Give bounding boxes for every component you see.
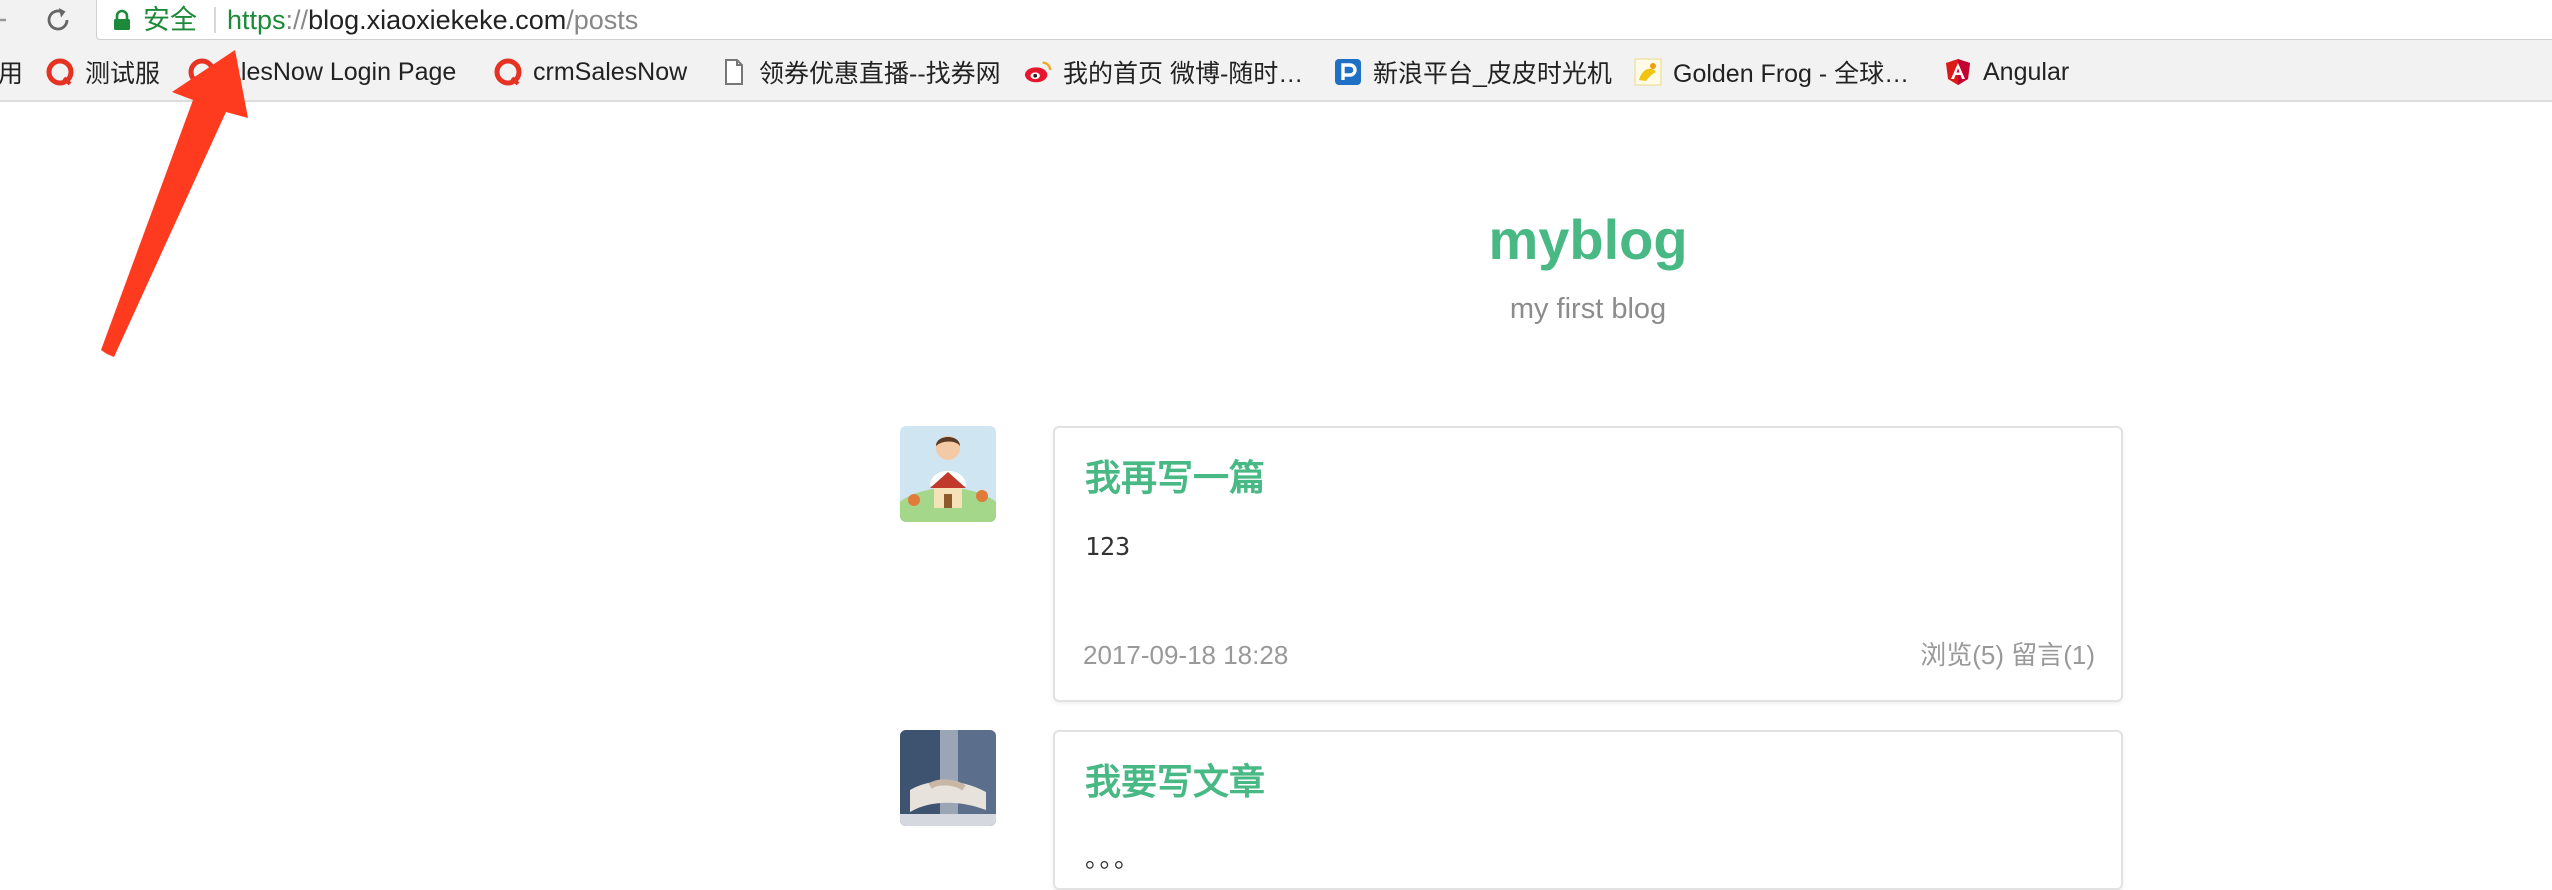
post-title[interactable]: 我要写文章 [1085, 758, 1265, 806]
bookmark-apps[interactable]: 用 [0, 44, 23, 100]
red-circle-icon [46, 58, 74, 86]
post-card[interactable]: 我再写一篇 123 2017-09-18 18:28 浏览(5) 留言(1) [1053, 426, 2123, 702]
omnibox-divider [214, 7, 216, 33]
bookmark-test-server[interactable]: 测试服 [46, 44, 160, 100]
author-avatar[interactable] [900, 730, 996, 826]
golden-frog-icon [1634, 58, 1662, 86]
post-stats: 浏览(5) 留言(1) [1920, 640, 2095, 670]
bookmark-label: crmSalesNow [533, 57, 688, 86]
url-separator: :// [285, 5, 309, 35]
red-circle-icon [494, 58, 522, 86]
post-date: 2017-09-18 18:28 [1083, 640, 1289, 670]
post-excerpt: 123 [1085, 532, 1131, 561]
bookmark-coupon-live[interactable]: 领券优惠直播--找券网 [720, 44, 1001, 100]
browser-toolbar: 安全 https://blog.xiaoxiekeke.com/posts [0, 0, 2552, 44]
bookmark-weibo-home[interactable]: 我的首页 微博-随时… [1024, 44, 1303, 100]
reload-button[interactable] [38, 0, 78, 40]
url-path: /posts [566, 5, 639, 35]
back-arrow-icon [0, 18, 6, 22]
address-bar[interactable]: 安全 https://blog.xiaoxiekeke.com/posts [96, 0, 2552, 40]
bookmark-label: Golden Frog - 全球… [1673, 60, 1910, 88]
avatar-person-house-icon [900, 426, 996, 522]
author-avatar[interactable] [900, 426, 996, 522]
url-host: blog.xiaoxiekeke.com [308, 5, 567, 35]
bookmark-label: 测试服 [85, 60, 161, 88]
bookmark-pipi-timemachine[interactable]: 新浪平台_皮皮时光机 [1334, 44, 1612, 100]
back-button[interactable] [0, 0, 12, 40]
address-bar-url[interactable]: https://blog.xiaoxiekeke.com/posts [227, 3, 638, 37]
bookmark-label: 用 [0, 60, 24, 88]
bookmarks-bar: 用 测试服 alesNow Login Page crmSalesNow 领券优… [0, 44, 2552, 102]
bookmark-label: Angular [1983, 57, 2070, 86]
bookmark-label: 我的首页 微博-随时… [1063, 60, 1304, 88]
page-icon [720, 58, 748, 86]
site-subtitle: my first blog [1509, 293, 1667, 325]
red-circle-icon [188, 58, 216, 86]
weibo-icon [1024, 58, 1052, 86]
pipi-icon [1334, 58, 1362, 86]
lock-icon [114, 9, 130, 30]
bookmark-label: 领券优惠直播--找券网 [759, 60, 1001, 88]
url-scheme: https [227, 5, 286, 35]
site-title[interactable]: myblog [1350, 200, 1826, 280]
bookmark-angular[interactable]: Angular [1944, 44, 2069, 100]
post-card[interactable]: 我要写文章 。。。 [1053, 730, 2123, 890]
angular-icon [1944, 58, 1972, 86]
avatar-business-handshake-icon [900, 730, 996, 826]
bookmark-crmsalesnow[interactable]: crmSalesNow [494, 44, 687, 100]
post-title[interactable]: 我再写一篇 [1085, 454, 1265, 502]
post-excerpt: 。。。 [1085, 844, 1142, 873]
secure-label: 安全 [143, 5, 197, 35]
bookmark-label: 新浪平台_皮皮时光机 [1373, 60, 1612, 88]
bookmark-label: alesNow Login Page [227, 57, 457, 86]
bookmark-salesnow-login[interactable]: alesNow Login Page [188, 44, 456, 100]
reload-icon [47, 8, 69, 31]
bookmark-golden-frog[interactable]: Golden Frog - 全球… [1634, 44, 1909, 100]
